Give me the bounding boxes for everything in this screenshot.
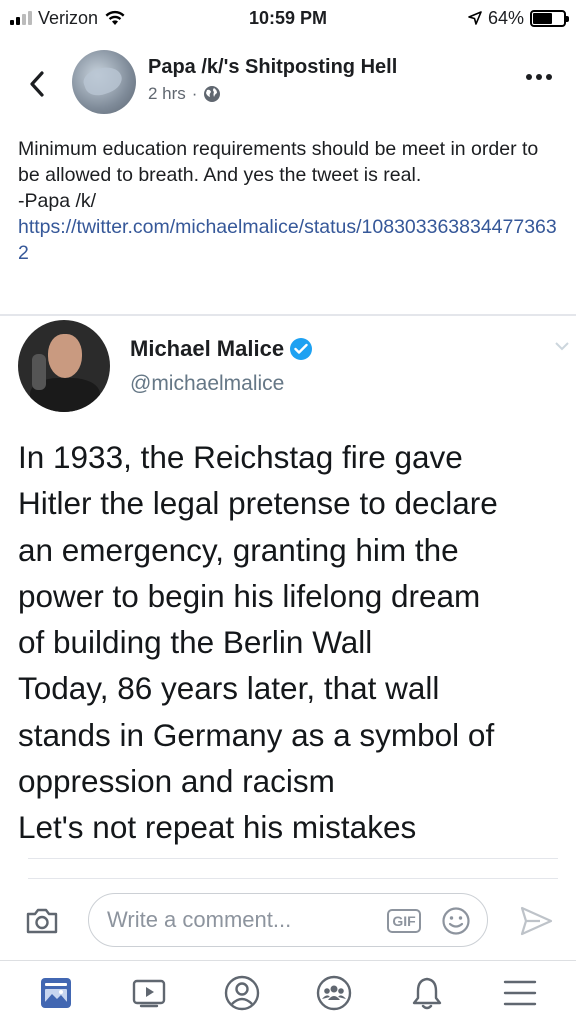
tweet-body-line: of building the Berlin Wall bbox=[18, 624, 373, 661]
page-name[interactable]: Papa /k/'s Shitposting Hell bbox=[148, 56, 397, 79]
post-meta: 2 hrs · bbox=[148, 84, 221, 104]
camera-icon bbox=[26, 908, 58, 934]
tab-groups[interactable] bbox=[309, 968, 359, 1018]
wifi-icon bbox=[105, 10, 125, 25]
tab-menu[interactable] bbox=[495, 968, 545, 1018]
groups-icon bbox=[317, 975, 352, 1010]
chevron-left-icon bbox=[30, 71, 44, 97]
tab-watch[interactable] bbox=[124, 968, 174, 1018]
tweet-body: In 1933, the Reichstag fire gave Hitler t… bbox=[18, 434, 576, 851]
tweet-body-line: Let's not repeat his mistakes bbox=[18, 809, 417, 846]
meta-separator: · bbox=[191, 84, 198, 103]
send-icon bbox=[520, 906, 553, 936]
comment-bar: Write a comment... GIF bbox=[0, 893, 576, 949]
comment-input[interactable]: Write a comment... GIF bbox=[88, 893, 488, 947]
tweet-body-line: oppression and racism bbox=[18, 763, 335, 800]
dot-icon bbox=[536, 74, 542, 80]
divider bbox=[0, 314, 576, 316]
tweet-body-line: an emergency, granting him the bbox=[18, 531, 459, 568]
divider bbox=[28, 878, 558, 879]
post-text: Minimum education requirements should be… bbox=[18, 136, 558, 266]
chevron-down-icon[interactable] bbox=[554, 338, 570, 356]
carrier-label: Verizon bbox=[38, 7, 99, 28]
tweet-body-line: Hitler the legal pretense to declare bbox=[18, 485, 498, 522]
news-feed-icon bbox=[41, 977, 72, 1008]
post-header: Papa /k/'s Shitposting Hell 2 hrs · bbox=[0, 44, 576, 120]
status-bar: Verizon 10:59 PM 64% bbox=[0, 0, 576, 36]
tweet-author-name[interactable]: Michael Malice bbox=[130, 336, 313, 362]
dot-icon bbox=[526, 74, 532, 80]
camera-button[interactable] bbox=[24, 903, 60, 939]
dot-icon bbox=[546, 74, 552, 80]
notifications-icon bbox=[412, 977, 442, 1009]
tweet-body-line: In 1933, the Reichstag fire gave bbox=[18, 439, 463, 475]
tab-notifications[interactable] bbox=[402, 968, 452, 1018]
send-button[interactable] bbox=[518, 903, 554, 939]
watch-icon bbox=[132, 979, 166, 1007]
smiley-icon bbox=[442, 907, 470, 935]
gif-button[interactable]: GIF bbox=[387, 909, 421, 933]
verified-badge-icon bbox=[290, 338, 313, 360]
tweet-handle: @michaelmalice bbox=[130, 372, 285, 395]
signal-icon bbox=[10, 11, 32, 25]
profile-icon bbox=[224, 975, 259, 1010]
post-caption: Minimum education requirements should be… bbox=[18, 138, 539, 186]
page-avatar[interactable] bbox=[72, 50, 136, 114]
back-button[interactable] bbox=[22, 66, 52, 102]
tab-news-feed[interactable] bbox=[31, 968, 81, 1018]
tweet-link[interactable]: https://twitter.com/michaelmalice/status… bbox=[18, 216, 557, 264]
emoji-button[interactable] bbox=[441, 906, 471, 936]
battery-icon bbox=[530, 9, 569, 27]
more-options-button[interactable] bbox=[526, 74, 552, 80]
divider bbox=[28, 858, 558, 859]
comment-placeholder: Write a comment... bbox=[107, 907, 292, 932]
tweet-author-name-text: Michael Malice bbox=[130, 336, 285, 361]
tab-profile[interactable] bbox=[217, 968, 267, 1018]
tweet-body-line: stands in Germany as a symbol of bbox=[18, 716, 495, 753]
tweet-body-line: Today, 86 years later, that wall bbox=[18, 670, 440, 707]
menu-icon bbox=[503, 980, 536, 1005]
battery-percent: 64% bbox=[487, 7, 524, 28]
battery-fill bbox=[533, 12, 553, 24]
tweet-body-line: power to begin his lifelong dream bbox=[18, 577, 481, 614]
post-time: 2 hrs bbox=[148, 84, 186, 103]
globe-icon bbox=[204, 86, 221, 102]
tab-bar bbox=[0, 960, 576, 1024]
post-signature: -Papa /k/ bbox=[18, 190, 97, 212]
tweet-author-avatar[interactable] bbox=[18, 320, 110, 412]
location-arrow-icon bbox=[468, 11, 482, 25]
